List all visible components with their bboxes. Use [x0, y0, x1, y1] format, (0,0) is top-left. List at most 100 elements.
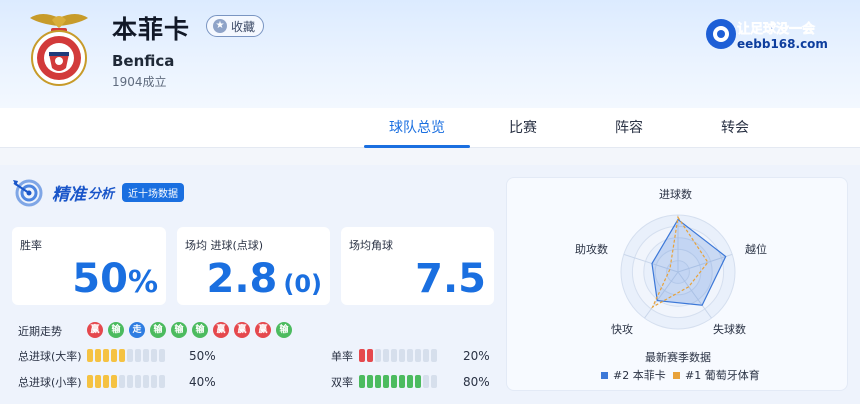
bar-cell-filled [359, 349, 365, 362]
bar-cell-empty [159, 375, 165, 388]
radar-axis-label: 失球数 [713, 323, 746, 336]
stat-card-avg-goals: 场均 进球(点球) 2.8 (0) [177, 227, 330, 305]
bar-cell-empty [135, 375, 141, 388]
bar-cell-empty [423, 375, 429, 388]
bar-cell-filled [95, 375, 101, 388]
stat-card-avg-corners: 场均角球 7.5 [341, 227, 494, 305]
tab-transfers[interactable]: 转会 [702, 108, 768, 148]
legend-label: #1 葡萄牙体育 [685, 369, 760, 382]
bar-cell-filled [111, 375, 117, 388]
bar-cell-empty [383, 349, 389, 362]
site-logo[interactable]: 让足球没一会 eebb168.com [703, 14, 853, 54]
site-logo-domain: eebb168.com [737, 37, 828, 51]
radar-axis-label: 越位 [745, 243, 767, 256]
bar-label: 总进球(小率) [18, 376, 82, 389]
bar-cell-filled [87, 375, 93, 388]
team-tabs: 球队总览 比赛 阵容 转会 [0, 108, 860, 148]
bar-cell-empty [431, 349, 437, 362]
radar-axis-label: 进球数 [659, 188, 692, 201]
stat-label: 场均 进球(点球) [185, 239, 264, 252]
bar-cell-filled [383, 375, 389, 388]
trend-dot-lose: 输 [276, 322, 292, 338]
bar-value: 40% [189, 375, 216, 389]
tab-matches[interactable]: 比赛 [490, 108, 556, 148]
bar-label: 单率 [331, 350, 353, 363]
bar-value: 20% [463, 349, 490, 363]
bar-cell-filled [415, 375, 421, 388]
radar-axis-label: 快攻 [611, 323, 633, 336]
benfica-crest-icon [30, 14, 88, 86]
bar-cell-empty [143, 349, 149, 362]
trend-dot-lose: 输 [192, 322, 208, 338]
favorite-label: 收藏 [231, 19, 256, 34]
bar-value: 80% [463, 375, 490, 389]
bar-cell-filled [119, 349, 125, 362]
trend-label: 近期走势 [18, 325, 62, 338]
trend-dot-lose: 输 [108, 322, 124, 338]
stat-label: 场均角球 [349, 239, 393, 252]
stat-label: 胜率 [20, 239, 42, 252]
stat-card-win-rate: 胜率 50% [12, 227, 166, 305]
bar-cell-empty [119, 375, 125, 388]
bar-label: 总进球(大率) [18, 350, 82, 363]
stat-value: 50% [72, 256, 158, 302]
analysis-title-main: 精准 [52, 184, 86, 205]
trend-dot-win: 赢 [87, 322, 103, 338]
tab-overview[interactable]: 球队总览 [364, 108, 470, 148]
legend-swatch [601, 371, 608, 379]
bar-odd-rate: 单率 [331, 349, 353, 363]
bar-cell-empty [159, 349, 165, 362]
bar-label: 双率 [331, 376, 353, 389]
radar-axis-label: 助攻数 [575, 243, 608, 256]
bar-cell-empty [407, 349, 413, 362]
bar-cells-odd [359, 349, 439, 362]
radar-card: 进球数 越位 失球数 快攻 助攻数 最新赛季数据 #2 本菲卡 #1 葡萄牙体育 [506, 177, 848, 391]
bar-cell-filled [391, 375, 397, 388]
bar-cell-filled [407, 375, 413, 388]
legend-item-benfica[interactable]: #2 本菲卡 [601, 367, 666, 383]
trend-dots: 赢输走输输输赢赢赢输 [87, 322, 297, 338]
team-header: 本菲卡 ★ 收藏 Benfica 1904成立 让足球没一会 eebb168.c… [0, 0, 860, 108]
bar-cell-empty [143, 375, 149, 388]
bar-cells-under [87, 375, 167, 388]
target-icon [13, 179, 43, 207]
legend-swatch [673, 371, 680, 379]
bar-cell-filled [95, 349, 101, 362]
bar-cell-empty [151, 375, 157, 388]
bar-cells-even [359, 375, 439, 388]
bar-cell-empty [399, 349, 405, 362]
bar-cell-filled [367, 349, 373, 362]
bar-cell-empty [431, 375, 437, 388]
analysis-title-sub: 分析 [88, 186, 115, 202]
site-logo-text: 让足球没一会 [737, 21, 816, 37]
bar-even-rate: 双率 [331, 375, 353, 389]
bar-cell-filled [87, 349, 93, 362]
favorite-button[interactable]: ★ 收藏 [206, 15, 265, 37]
founded-year: 1904成立 [112, 75, 167, 89]
stat-value: 7.5 [415, 256, 486, 302]
bar-cell-filled [367, 375, 373, 388]
trend-dot-win: 赢 [255, 322, 271, 338]
star-icon: ★ [213, 19, 227, 33]
bar-cell-empty [391, 349, 397, 362]
stat-value: 2.8 (0) [206, 256, 323, 302]
last-ten-badge: 近十场数据 [122, 182, 185, 202]
bar-cell-empty [375, 349, 381, 362]
legend-item-sporting[interactable]: #1 葡萄牙体育 [673, 367, 760, 383]
trend-dot-lose: 输 [171, 322, 187, 338]
bar-cell-filled [359, 375, 365, 388]
bar-cell-filled [375, 375, 381, 388]
bar-cell-filled [111, 349, 117, 362]
trend-dot-win: 赢 [234, 322, 250, 338]
bar-cell-filled [103, 349, 109, 362]
bar-cell-empty [415, 349, 421, 362]
trend-dot-draw: 走 [129, 322, 145, 338]
analysis-title: 精准 分析 近十场数据 [12, 177, 185, 207]
tab-squad[interactable]: 阵容 [596, 108, 662, 148]
radar-caption: 最新赛季数据 [645, 351, 711, 364]
bar-cell-empty [127, 375, 133, 388]
bar-cell-empty [127, 349, 133, 362]
team-name: 本菲卡 [112, 15, 191, 44]
bar-cell-empty [423, 349, 429, 362]
bar-under-rate: 总进球(小率) [18, 375, 82, 389]
